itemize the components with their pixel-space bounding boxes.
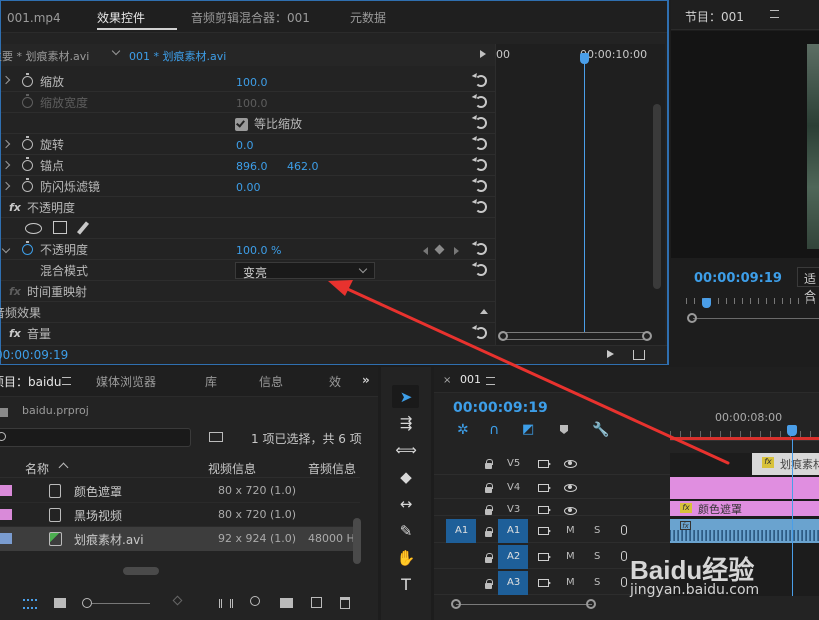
watermark-url: jingyan.baidu.com: [630, 582, 760, 598]
watermark: Baidu经验 jingyan.baidu.com: [630, 550, 819, 620]
annotation-arrow: [328, 280, 730, 465]
